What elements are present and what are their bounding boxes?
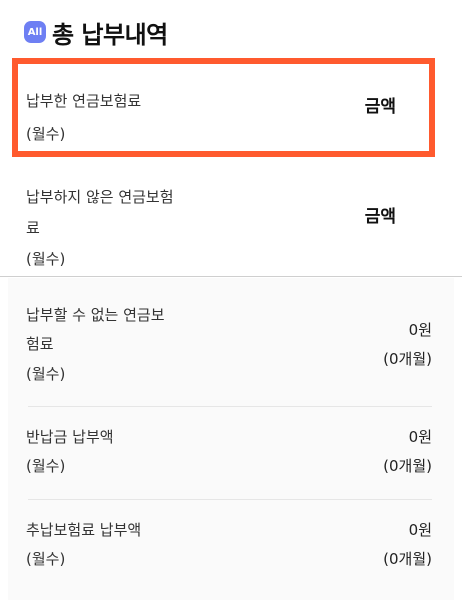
unpayable-premium-months: (0개월) bbox=[383, 350, 432, 368]
unpaid-premium-label-cont: 료 bbox=[26, 219, 40, 237]
refund-payment-months: (0개월) bbox=[383, 457, 432, 475]
additional-payment-unit: (월수) bbox=[26, 550, 66, 568]
unpaid-premium-amount: 금액 bbox=[364, 207, 396, 227]
refund-payment-label: 반납금 납부액 bbox=[26, 428, 114, 446]
refund-payment-unit: (월수) bbox=[26, 457, 66, 475]
payment-history-screen: All 총 납부내역 납부한 연금보험료 (월수) 금액 납부하지 않은 연금보… bbox=[0, 0, 462, 600]
unpayable-premium-label-cont: 험료 bbox=[26, 335, 54, 353]
highlight-box bbox=[12, 58, 435, 157]
unpaid-premium-unit: (월수) bbox=[26, 250, 66, 268]
additional-payment-months: (0개월) bbox=[383, 550, 432, 568]
section-header: All 총 납부내역 bbox=[24, 12, 168, 52]
additional-payment-label: 추납보험료 납부액 bbox=[26, 521, 142, 539]
unpayable-premium-label: 납부할 수 없는 연금보 bbox=[26, 306, 165, 324]
refund-payment-amount: 0원 bbox=[408, 428, 432, 446]
additional-payment-amount: 0원 bbox=[408, 521, 432, 539]
section-title: 총 납부내역 bbox=[52, 20, 168, 49]
unpaid-premium-label: 납부하지 않은 연금보험 bbox=[26, 188, 174, 206]
section-divider bbox=[0, 276, 462, 277]
all-badge-icon: All bbox=[24, 21, 46, 43]
panel-divider bbox=[28, 499, 432, 500]
unpayable-premium-unit: (월수) bbox=[26, 365, 66, 383]
unpayable-premium-amount: 0원 bbox=[408, 321, 432, 339]
panel-divider bbox=[28, 406, 432, 407]
